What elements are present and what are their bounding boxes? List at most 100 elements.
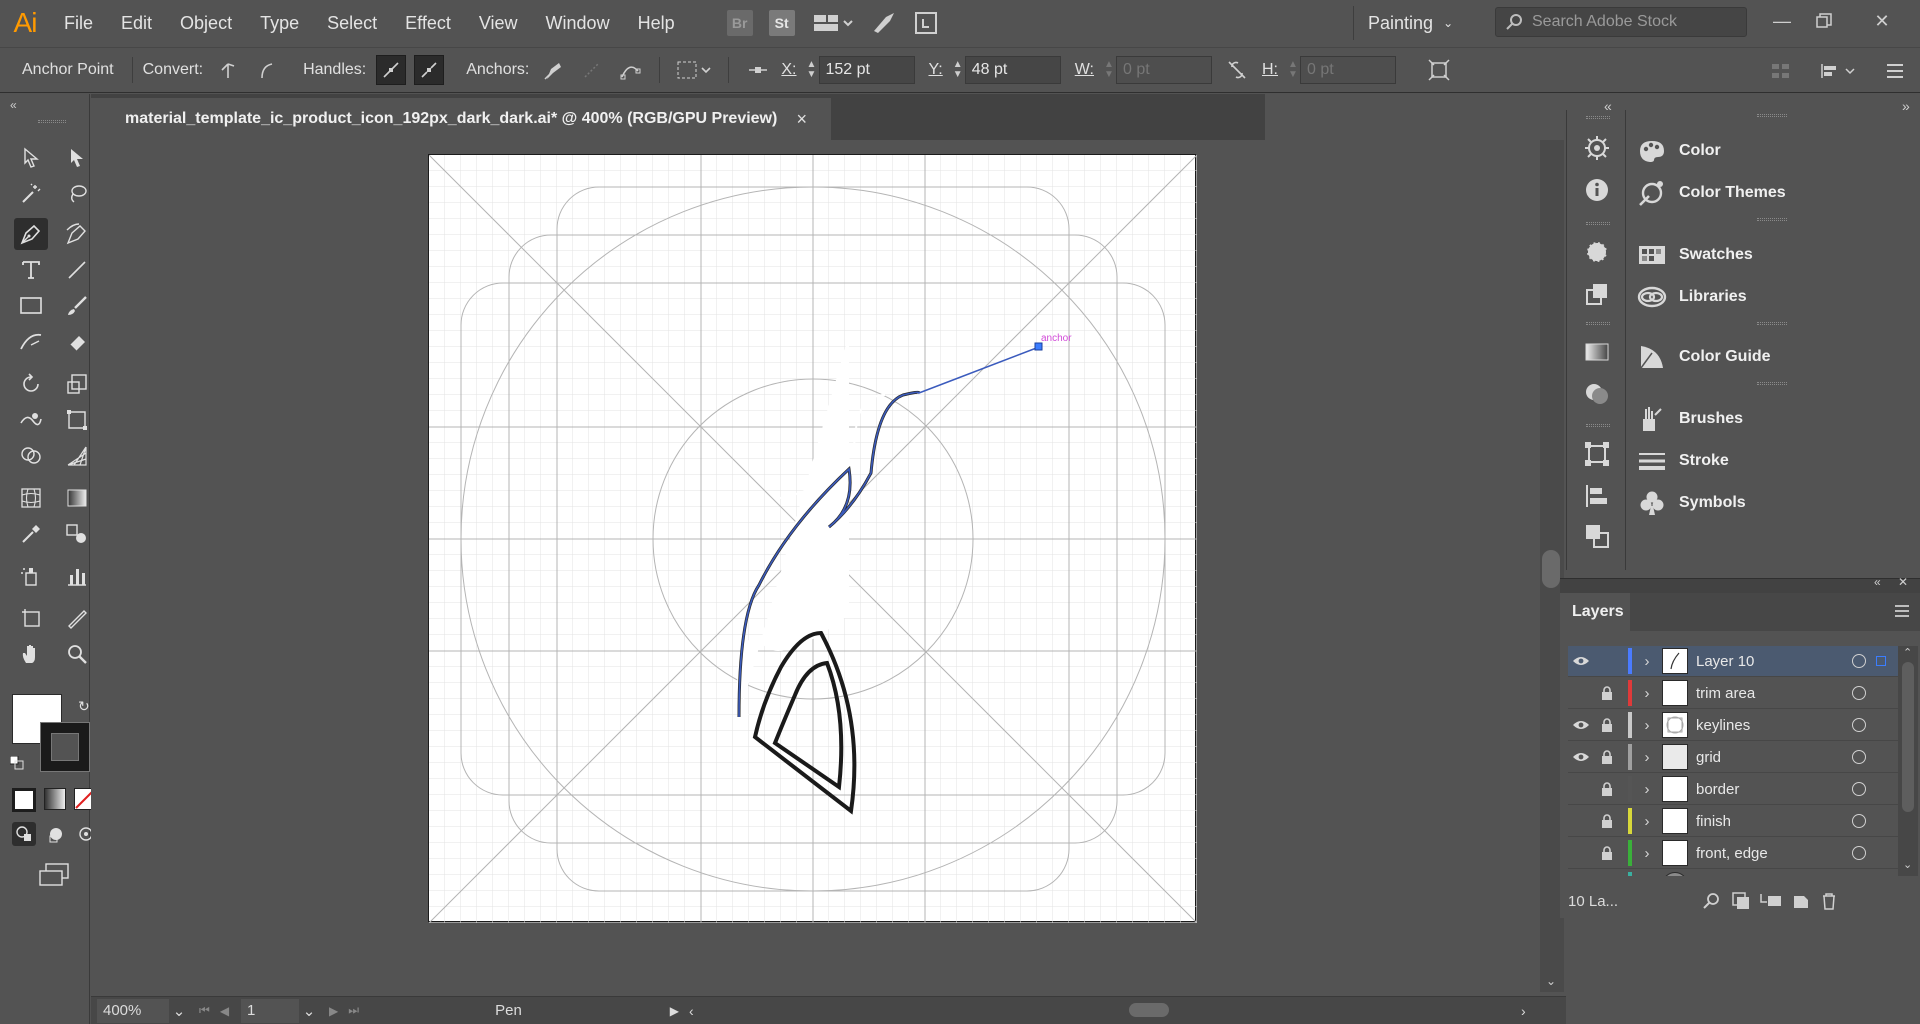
layers-scroll-down[interactable]: ⌄ bbox=[1903, 858, 1912, 871]
panel-grip[interactable] bbox=[1586, 222, 1610, 225]
menu-help[interactable]: Help bbox=[624, 0, 689, 46]
hide-handles-icon[interactable] bbox=[414, 55, 445, 85]
last-artboard-button[interactable]: ⏭ bbox=[348, 1003, 359, 1018]
restore-button[interactable] bbox=[1806, 6, 1842, 36]
chevron-right-icon[interactable]: › bbox=[1632, 845, 1662, 862]
layer-name[interactable]: finish bbox=[1696, 813, 1846, 830]
menu-window[interactable]: Window bbox=[532, 0, 624, 46]
panel-libraries[interactable]: Libraries bbox=[1637, 280, 1747, 314]
h-input[interactable] bbox=[1300, 56, 1396, 84]
lock-icon[interactable] bbox=[1594, 846, 1620, 860]
chevron-right-icon[interactable]: › bbox=[1632, 781, 1662, 798]
default-fill-stroke-icon[interactable] bbox=[10, 756, 24, 770]
screen-mode-icon[interactable] bbox=[38, 862, 70, 888]
menu-type[interactable]: Type bbox=[246, 0, 313, 46]
fill-color-button[interactable] bbox=[12, 788, 36, 812]
draw-normal-icon[interactable] bbox=[12, 822, 36, 846]
layer-row[interactable]: › keylines bbox=[1568, 710, 1898, 741]
panel-brushes[interactable]: Brushes bbox=[1637, 402, 1743, 436]
y-input[interactable] bbox=[964, 56, 1061, 84]
document-tab[interactable]: material_template_ic_product_icon_192px_… bbox=[91, 98, 831, 140]
panel-grip[interactable] bbox=[1586, 116, 1610, 119]
panel-grip[interactable] bbox=[1757, 114, 1787, 117]
curvature-tool-icon[interactable] bbox=[60, 218, 94, 250]
chevron-right-icon[interactable]: › bbox=[1632, 717, 1662, 734]
info-icon[interactable] bbox=[1583, 176, 1611, 204]
gradient-button[interactable] bbox=[44, 788, 66, 810]
distribute-icon[interactable] bbox=[1816, 56, 1860, 86]
layer-row[interactable]: › front, edge bbox=[1568, 838, 1898, 869]
reference-point-icon[interactable] bbox=[743, 55, 773, 85]
type-tool-icon[interactable] bbox=[14, 254, 48, 286]
slice-tool-icon[interactable] bbox=[60, 602, 94, 634]
x-stepper[interactable]: ▲ ▼ bbox=[805, 60, 819, 80]
line-segment-tool-icon[interactable] bbox=[60, 254, 94, 286]
create-new-layer-icon[interactable] bbox=[1790, 891, 1812, 911]
menu-select[interactable]: Select bbox=[313, 0, 391, 46]
lock-icon[interactable] bbox=[1594, 750, 1620, 764]
panel-grip[interactable] bbox=[1757, 218, 1787, 221]
layers-panel-header[interactable]: « ✕ bbox=[1560, 575, 1920, 593]
column-graph-tool-icon[interactable] bbox=[60, 560, 94, 592]
artboard[interactable]: anchor bbox=[428, 154, 1197, 923]
symbol-sprayer-tool-icon[interactable] bbox=[14, 560, 48, 592]
artboard-tool-icon[interactable] bbox=[14, 602, 48, 634]
menu-effect[interactable]: Effect bbox=[391, 0, 465, 46]
first-artboard-button[interactable]: ⏮ bbox=[199, 1003, 210, 1018]
layer-target-circle[interactable] bbox=[1852, 782, 1866, 796]
scroll-left-arrow[interactable]: ‹ bbox=[689, 1003, 694, 1019]
delete-layer-icon[interactable] bbox=[1818, 891, 1840, 911]
panel-color[interactable]: Color bbox=[1637, 134, 1721, 168]
w-stepper[interactable]: ▲ ▼ bbox=[1102, 60, 1116, 80]
stock-search-box[interactable] bbox=[1495, 7, 1747, 37]
scrollbar-thumb[interactable] bbox=[1542, 550, 1560, 588]
rotate-tool-icon[interactable] bbox=[14, 368, 48, 400]
lock-icon[interactable] bbox=[1594, 686, 1620, 700]
status-menu-arrow[interactable]: ▶ bbox=[670, 1004, 679, 1018]
layer-name[interactable]: border bbox=[1696, 781, 1846, 798]
layer-row[interactable]: › Layer 10 bbox=[1568, 646, 1898, 677]
menu-view[interactable]: View bbox=[465, 0, 532, 46]
layers-panel-menu-icon[interactable] bbox=[1894, 603, 1910, 619]
panel-stroke[interactable]: Stroke bbox=[1637, 444, 1729, 478]
eraser-tool-icon[interactable] bbox=[60, 326, 94, 358]
panel-grip[interactable] bbox=[38, 120, 66, 123]
layer-name[interactable]: grid bbox=[1696, 749, 1846, 766]
layers-scroll-up[interactable]: ⌃ bbox=[1903, 646, 1912, 659]
graphic-styles-icon[interactable] bbox=[1583, 280, 1611, 308]
visibility-eye-icon[interactable] bbox=[1568, 655, 1594, 667]
gradient-tool-icon[interactable] bbox=[60, 482, 94, 514]
previous-artboard-button[interactable]: ◀ bbox=[220, 1004, 229, 1018]
close-document-button[interactable]: × bbox=[796, 109, 807, 130]
sync-icon[interactable] bbox=[913, 10, 939, 36]
workspace-switcher[interactable]: Painting ⌄ bbox=[1353, 6, 1466, 40]
menu-edit[interactable]: Edit bbox=[107, 0, 166, 46]
visibility-eye-icon[interactable] bbox=[1568, 719, 1594, 731]
panel-grip[interactable] bbox=[1586, 424, 1610, 427]
paintbrush-tool-icon[interactable] bbox=[60, 290, 94, 322]
stroke-swatch[interactable] bbox=[40, 722, 90, 772]
free-transform-tool-icon[interactable] bbox=[60, 404, 94, 436]
layers-scrollbar[interactable]: ⌃ ⌄ bbox=[1898, 646, 1918, 876]
mesh-tool-icon[interactable] bbox=[14, 482, 48, 514]
gradient-panel-icon[interactable] bbox=[1583, 338, 1611, 366]
horizontal-scrollbar[interactable] bbox=[771, 1001, 1521, 1019]
align-panel-icon[interactable] bbox=[1766, 56, 1796, 86]
scroll-down-arrow[interactable]: ⌄ bbox=[1546, 974, 1556, 988]
cut-path-icon[interactable] bbox=[615, 55, 645, 85]
tab-layers[interactable]: Layers bbox=[1560, 593, 1630, 631]
pen-tool-icon[interactable] bbox=[14, 218, 48, 250]
isolate-selection-icon[interactable] bbox=[674, 55, 714, 85]
layer-row[interactable]: › front bbox=[1568, 870, 1898, 876]
zoom-tool-icon[interactable] bbox=[60, 638, 94, 670]
layer-target-circle[interactable] bbox=[1852, 686, 1866, 700]
layer-target-circle[interactable] bbox=[1852, 846, 1866, 860]
hand-tool-icon[interactable] bbox=[14, 638, 48, 670]
panel-grip[interactable] bbox=[1757, 382, 1787, 385]
search-input[interactable] bbox=[1532, 13, 1732, 31]
artboard-dropdown-icon[interactable]: ⌄ bbox=[299, 1002, 319, 1020]
convert-to-smooth-icon[interactable] bbox=[251, 55, 281, 85]
layer-name[interactable]: keylines bbox=[1696, 717, 1846, 734]
chevron-right-icon[interactable]: › bbox=[1632, 685, 1662, 702]
transform-panel-icon[interactable] bbox=[1583, 440, 1611, 468]
